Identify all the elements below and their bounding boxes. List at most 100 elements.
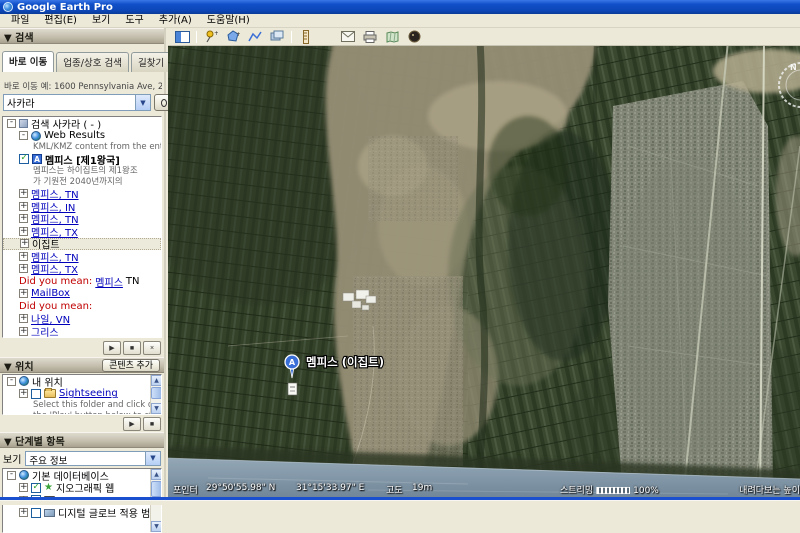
stop-tour-button[interactable]: ■ — [143, 417, 161, 431]
sky-button[interactable] — [406, 30, 422, 44]
did-you-mean-link[interactable]: 멤피스 — [95, 274, 123, 289]
scroll-down-icon[interactable]: ▼ — [151, 403, 161, 414]
expand-toggle-icon[interactable] — [19, 251, 28, 262]
svg-text:+: + — [214, 30, 218, 37]
scroll-thumb[interactable] — [151, 481, 161, 497]
sightseeing-row[interactable]: Sightseeing — [3, 388, 161, 401]
menu-add[interactable]: 추가(A) — [152, 14, 199, 27]
add-path-button[interactable] — [247, 30, 263, 44]
web-results-row[interactable]: Web Results — [3, 130, 161, 143]
menu-edit[interactable]: 편집(E) — [37, 14, 84, 27]
result-row[interactable]: MailBox — [3, 288, 161, 301]
sidebar-toggle-button[interactable] — [174, 30, 190, 44]
layers-view-value: 주요 정보 — [29, 455, 68, 467]
search-input[interactable] — [4, 95, 135, 110]
expand-toggle-icon[interactable] — [19, 388, 28, 399]
view-in-maps-button[interactable] — [384, 30, 400, 44]
checkbox-checked[interactable] — [31, 482, 41, 493]
scroll-up-icon[interactable]: ▲ — [151, 469, 161, 480]
view-label: 보기 — [3, 454, 22, 466]
expand-toggle-icon[interactable] — [19, 326, 28, 337]
places-panel-header[interactable]: ▼ 위치 콘텐츠 추가 — [0, 357, 164, 373]
menu-help[interactable]: 도움말(H) — [200, 14, 257, 27]
expand-toggle-icon[interactable] — [19, 188, 28, 199]
expand-toggle-icon[interactable] — [19, 263, 28, 274]
expand-toggle-icon[interactable] — [7, 375, 16, 386]
search-results-tree: 검색 사카라 ( - ) Web Results KML/KMZ content… — [2, 116, 162, 338]
places-scrollbar[interactable]: ▲ ▼ — [150, 375, 161, 414]
checkbox-unchecked[interactable] — [31, 388, 41, 399]
add-image-overlay-button[interactable] — [269, 30, 285, 44]
title-bar[interactable]: Google Earth Pro — [0, 0, 800, 14]
marker-a-icon: A — [32, 154, 42, 165]
result-row[interactable]: 멤피스, IN — [3, 200, 161, 214]
expand-toggle-icon[interactable] — [19, 507, 28, 518]
tab-find-businesses[interactable]: 업종/상호 검색 — [56, 52, 129, 72]
result-row[interactable]: 나일, VN — [3, 313, 161, 326]
expand-toggle-icon[interactable] — [19, 226, 28, 237]
expand-toggle-icon[interactable] — [19, 482, 28, 493]
ruler-button[interactable] — [298, 29, 314, 44]
result-row[interactable]: 멤피스, TX — [3, 225, 161, 239]
expand-toggle-icon[interactable] — [19, 213, 28, 224]
layers-view-select[interactable]: 주요 정보 ▼ — [25, 450, 161, 467]
menu-file[interactable]: 파일 — [4, 14, 36, 27]
featured-desc-2: 가 기원전 2040년까지의 — [33, 176, 123, 187]
app-globe-icon — [3, 2, 13, 12]
map-viewport[interactable]: N A 멤피스 (이집트) 포인터 29°50'55.98" N 31°15'3… — [168, 46, 800, 497]
layers-panel-header[interactable]: ▼ 단계별 항목 — [0, 432, 164, 448]
result-row-selected[interactable]: 이집트 — [3, 237, 161, 251]
expand-toggle-icon[interactable] — [19, 288, 28, 299]
layer-row-geographic-web[interactable]: ★ 지오그래픽 웹 — [3, 482, 161, 495]
toolbar-separator — [196, 30, 197, 43]
placemark-site-icon — [287, 382, 298, 396]
sightseeing-link[interactable]: Sightseeing — [59, 388, 118, 399]
expand-toggle-icon[interactable] — [20, 238, 29, 249]
layer-row-coverage[interactable]: 디지털 글로브 적용 범위 — [3, 507, 161, 520]
svg-text:+: + — [236, 31, 240, 38]
add-polygon-button[interactable]: + — [225, 30, 241, 44]
result-row[interactable]: 멤피스, TN — [3, 213, 161, 226]
featured-result-row[interactable]: A 멤피스 [제1왕국] — [3, 153, 161, 167]
combo-dropdown-icon[interactable]: ▼ — [145, 451, 160, 465]
checkbox-unchecked[interactable] — [31, 507, 41, 518]
email-button[interactable] — [340, 30, 356, 44]
expand-toggle-icon[interactable] — [19, 201, 28, 212]
sidebar: ▼ 검색 바로 이동 업종/상호 검색 길찾기 바로 이동 예: 1600 Pe… — [0, 28, 174, 533]
play-tour-button[interactable]: ▶ — [103, 341, 121, 355]
result-link[interactable]: 멤피스, TX — [31, 261, 78, 276]
expand-toggle-icon[interactable] — [19, 313, 28, 324]
play-tour-button[interactable]: ▶ — [123, 417, 141, 431]
search-results-root[interactable]: 검색 사카라 ( - ) — [3, 117, 161, 131]
placemark-label: 멤피스 (이집트) — [306, 355, 384, 369]
scroll-up-icon[interactable]: ▲ — [151, 375, 161, 386]
scroll-thumb[interactable] — [151, 387, 161, 399]
expand-toggle-icon[interactable] — [7, 117, 16, 128]
add-content-button[interactable]: 콘텐츠 추가 — [102, 358, 160, 372]
scroll-down-icon[interactable]: ▼ — [151, 521, 161, 532]
print-button[interactable] — [362, 30, 378, 44]
checkbox-checked[interactable] — [19, 153, 29, 165]
tab-fly-to[interactable]: 바로 이동 — [2, 51, 55, 72]
stop-tour-button[interactable]: ■ — [123, 341, 141, 355]
expand-toggle-icon[interactable] — [7, 469, 16, 480]
pointer-longitude: 31°15'33.97" E — [296, 483, 365, 493]
tab-directions[interactable]: 길찾기 — [130, 52, 172, 72]
expand-toggle-icon[interactable] — [19, 130, 28, 141]
places-transport: ▶ ■ — [123, 417, 161, 431]
clear-results-button[interactable]: × — [143, 341, 161, 355]
menu-view[interactable]: 보기 — [85, 14, 117, 27]
my-places-row[interactable]: 내 위치 — [3, 375, 161, 389]
altitude-label: 고도 — [386, 486, 403, 496]
result-row[interactable]: 멤피스, TN — [3, 250, 161, 264]
result-link[interactable]: 그리스 — [31, 324, 59, 337]
result-row[interactable]: 멤피스, TN — [3, 188, 161, 201]
result-row[interactable]: 멤피스, TX — [3, 263, 161, 276]
result-row[interactable]: 그리스 — [3, 324, 161, 337]
menu-tools[interactable]: 도구 — [118, 14, 150, 27]
toolbar-separator — [291, 30, 292, 43]
add-placemark-button[interactable]: + — [203, 30, 219, 44]
search-panel-header[interactable]: ▼ 검색 — [0, 28, 164, 44]
combo-dropdown-icon[interactable]: ▼ — [135, 95, 150, 110]
result-link[interactable]: MailBox — [31, 288, 70, 299]
